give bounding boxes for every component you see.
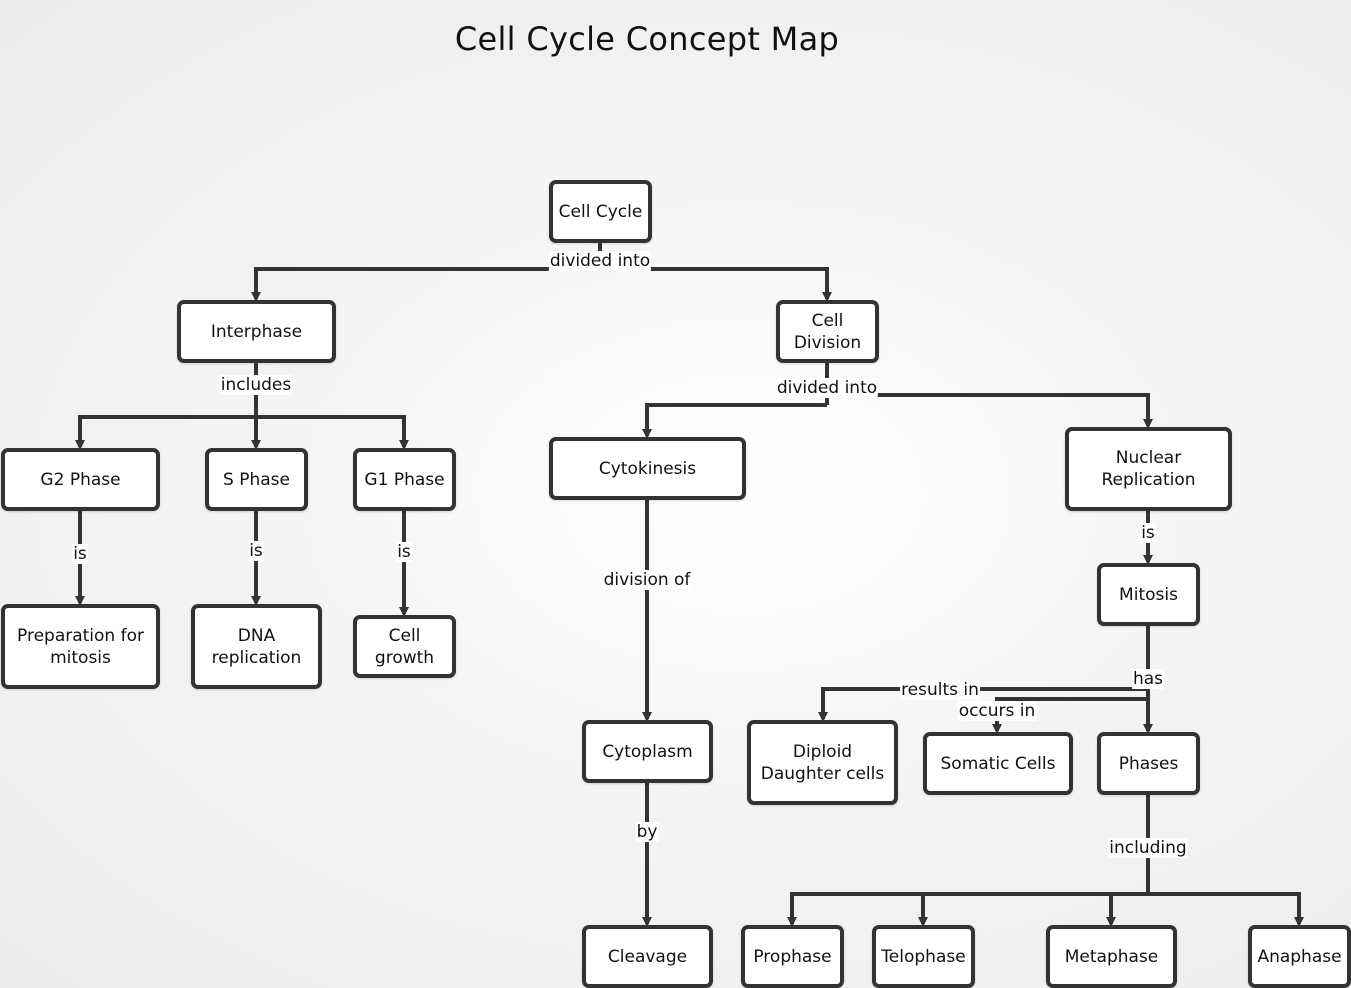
node-s-phase[interactable]: S Phase: [205, 448, 308, 511]
link-label-cytoplasm-by: by: [635, 822, 659, 842]
edge-cycle-to-division: [600, 267, 832, 302]
node-telophase[interactable]: Telophase: [872, 925, 975, 988]
node-mitosis[interactable]: Mitosis: [1097, 563, 1200, 626]
edge-phases-to-prophase: [787, 892, 1148, 927]
link-label-mitosis-occurs-in: occurs in: [957, 701, 1037, 721]
link-label-mitosis-results-in: results in: [900, 680, 980, 700]
edge-interphase-to-g1: [256, 415, 409, 450]
node-somatic-cells[interactable]: Somatic Cells: [923, 732, 1073, 795]
edge-interphase-to-g2: [75, 415, 256, 450]
node-metaphase[interactable]: Metaphase: [1046, 925, 1177, 988]
link-label-mitosis-has: has: [1131, 669, 1165, 689]
node-g2-phase[interactable]: G2 Phase: [1, 448, 160, 511]
edge-cycle-to-interphase: [251, 267, 600, 302]
node-preparation-for-mitosis[interactable]: Preparation for mitosis: [1, 604, 160, 689]
link-label-cytokinesis-division-of: division of: [602, 570, 692, 590]
node-cell-division[interactable]: Cell Division: [776, 300, 879, 363]
link-label-s-is: is: [248, 541, 264, 561]
node-prophase[interactable]: Prophase: [741, 925, 844, 988]
node-anaphase[interactable]: Anaphase: [1248, 925, 1351, 988]
link-label-division-divided-into: divided into: [775, 378, 879, 398]
link-label-cycle-divided-into: divided into: [548, 251, 652, 271]
link-label-g1-is: is: [396, 542, 412, 562]
node-cell-growth[interactable]: Cell growth: [353, 615, 456, 678]
link-label-phases-including: including: [1108, 838, 1188, 858]
edge-phases-to-anaphase: [1148, 892, 1304, 927]
edge-division-to-nuclear: [827, 393, 1153, 429]
node-cytoplasm[interactable]: Cytoplasm: [582, 720, 713, 783]
link-label-g2-is: is: [72, 544, 88, 564]
edge-division-to-cytokinesis: [642, 403, 827, 439]
node-interphase[interactable]: Interphase: [177, 300, 336, 363]
node-g1-phase[interactable]: G1 Phase: [353, 448, 456, 511]
node-cell-cycle[interactable]: Cell Cycle: [549, 180, 652, 243]
node-phases[interactable]: Phases: [1097, 732, 1200, 795]
link-label-nuclear-is: is: [1140, 523, 1156, 543]
node-cytokinesis[interactable]: Cytokinesis: [549, 437, 746, 500]
node-dna-replication[interactable]: DNA replication: [191, 604, 322, 689]
link-label-interphase-includes: includes: [219, 375, 293, 395]
node-cleavage[interactable]: Cleavage: [582, 925, 713, 988]
node-diploid-daughter-cells[interactable]: Diploid Daughter cells: [747, 720, 898, 805]
node-nuclear-replication[interactable]: Nuclear Replication: [1065, 427, 1232, 511]
